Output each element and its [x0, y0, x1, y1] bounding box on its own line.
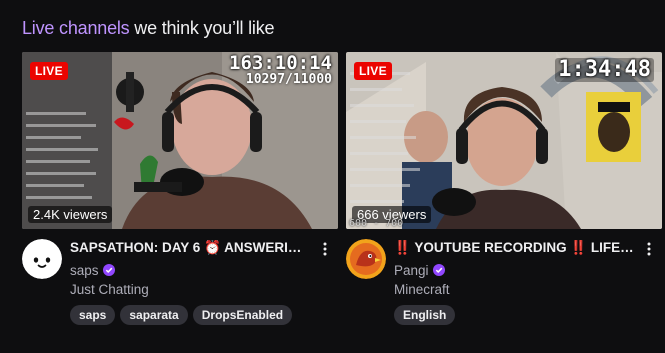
category-link[interactable]: Minecraft [394, 281, 634, 299]
stream-overlay-goal: 600 - 700 [349, 218, 404, 229]
ghost-face-icon[interactable] [22, 239, 62, 279]
live-badge: LIVE [30, 62, 68, 80]
channel-row: saps [70, 261, 310, 279]
stream-overlay-timer: 163:10:14 [229, 52, 332, 74]
stream-card-saps: LIVE 163:10:14 10297/11000 2.4K viewers … [22, 52, 338, 329]
stream-meta: SAPSATHON: DAY 6 ⏰ ANSWERING… saps Just … [22, 239, 338, 329]
shelf-title: Live channels we think you’ll like [22, 18, 275, 39]
tag-list: English [394, 305, 634, 325]
stream-card-pangi: LIVE 1:34:48 666 viewers 600 - 700 ‼️ YO… [346, 52, 662, 329]
stream-info: SAPSATHON: DAY 6 ⏰ ANSWERING… saps Just … [70, 239, 310, 325]
stream-overlay-counter: 10297/11000 [245, 72, 332, 87]
verified-badge-icon [432, 264, 445, 276]
tag-list: saps saparata DropsEnabled [70, 305, 310, 325]
stream-meta: ‼️ YOUTUBE RECORDING ‼️ LIFES… Pangi Min… [346, 239, 662, 329]
more-options-icon[interactable] [640, 239, 658, 259]
tag-button[interactable]: saps [70, 305, 116, 325]
stream-overlay-timer: 1:34:48 [555, 58, 654, 82]
stream-title[interactable]: SAPSATHON: DAY 6 ⏰ ANSWERING… [70, 239, 310, 257]
more-options-icon[interactable] [316, 239, 334, 259]
viewer-count: 2.4K viewers [28, 206, 113, 223]
verified-badge-icon [102, 264, 115, 276]
bird-avatar-icon[interactable] [346, 239, 386, 279]
tag-button[interactable]: English [394, 305, 456, 325]
live-badge: LIVE [354, 62, 392, 80]
stream-thumbnail[interactable]: LIVE 1:34:48 666 viewers 600 - 700 [346, 52, 662, 229]
shelf-title-rest: we think you’ll like [129, 18, 275, 38]
stream-thumbnail[interactable]: LIVE 163:10:14 10297/11000 2.4K viewers [22, 52, 338, 229]
tag-button[interactable]: saparata [120, 305, 188, 325]
category-link[interactable]: Just Chatting [70, 281, 310, 299]
channel-row: Pangi [394, 261, 634, 279]
channel-name[interactable]: Pangi [394, 263, 429, 278]
tag-button[interactable]: DropsEnabled [192, 305, 293, 325]
stream-title[interactable]: ‼️ YOUTUBE RECORDING ‼️ LIFES… [394, 239, 634, 257]
stream-info: ‼️ YOUTUBE RECORDING ‼️ LIFES… Pangi Min… [394, 239, 634, 325]
shelf-title-link[interactable]: Live channels [22, 18, 130, 38]
channel-name[interactable]: saps [70, 263, 99, 278]
